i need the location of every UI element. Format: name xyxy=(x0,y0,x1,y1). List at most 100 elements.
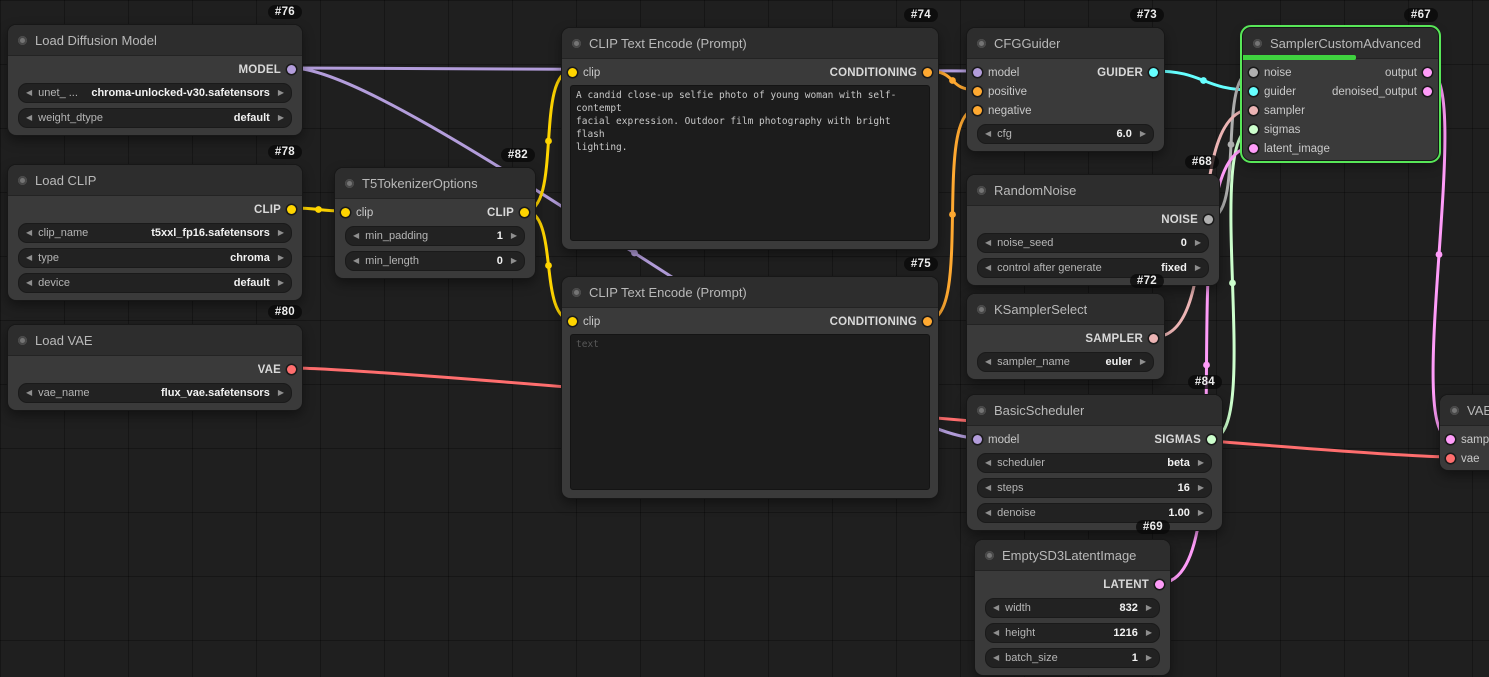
prompt-textarea[interactable]: A candid close-up selfie photo of young … xyxy=(570,85,930,241)
output-slot-clip[interactable] xyxy=(520,208,529,217)
combo-left-arrow-icon[interactable]: ◀ xyxy=(985,358,991,366)
widget-value[interactable]: t5xxl_fp16.safetensors xyxy=(151,227,272,239)
node-82-t5tokenizeroptions[interactable]: #82 T5TokenizerOptions clip CLIP ◀ min_paddin… xyxy=(335,148,535,278)
node-80-load-vae[interactable]: #80 Load VAE VAE ◀ vae_name flux_vae.safetens… xyxy=(8,305,302,410)
combo-right-arrow-icon[interactable]: ▶ xyxy=(1140,130,1146,138)
combo-right-arrow-icon[interactable]: ▶ xyxy=(1198,459,1204,467)
prompt-textarea[interactable]: text xyxy=(570,334,930,490)
collapse-dot[interactable] xyxy=(977,304,986,314)
widget-value[interactable]: default xyxy=(234,112,272,124)
output-slot-denoised-output[interactable] xyxy=(1423,87,1432,96)
widget-value[interactable]: 1 xyxy=(1132,652,1140,664)
widget-value[interactable]: fixed xyxy=(1161,262,1189,274)
output-slot-output[interactable] xyxy=(1423,68,1432,77)
node-74-clip-text-encode-prompt[interactable]: #74 CLIP Text Encode (Prompt) clip CONDITIO… xyxy=(562,8,938,249)
output-slot-sampler[interactable] xyxy=(1149,334,1158,343)
widget-device[interactable]: ◀ device default ▶ xyxy=(18,273,292,293)
widget-weight-dtype[interactable]: ◀ weight_dtype default ▶ xyxy=(18,108,292,128)
combo-right-arrow-icon[interactable]: ▶ xyxy=(511,257,517,265)
output-slot-sigmas[interactable] xyxy=(1207,435,1216,444)
node-title-bar[interactable]: RandomNoise xyxy=(967,175,1219,206)
widget-vae-name[interactable]: ◀ vae_name flux_vae.safetensors ▶ xyxy=(18,383,292,403)
input-slot-noise[interactable] xyxy=(1249,68,1258,77)
combo-right-arrow-icon[interactable]: ▶ xyxy=(278,389,284,397)
widget-value[interactable]: 16 xyxy=(1178,482,1192,494)
combo-right-arrow-icon[interactable]: ▶ xyxy=(278,279,284,287)
input-slot-model[interactable] xyxy=(973,435,982,444)
widget-value[interactable]: 0 xyxy=(1181,237,1189,249)
node-76-load-diffusion-model[interactable]: #76 Load Diffusion Model MODEL ◀ unet_ ... ch… xyxy=(8,5,302,135)
node-title-bar[interactable]: Load Diffusion Model xyxy=(8,25,302,56)
input-slot-sigmas[interactable] xyxy=(1249,125,1258,134)
collapse-dot[interactable] xyxy=(18,175,27,185)
combo-right-arrow-icon[interactable]: ▶ xyxy=(278,114,284,122)
combo-left-arrow-icon[interactable]: ◀ xyxy=(985,264,991,272)
collapse-dot[interactable] xyxy=(985,550,994,560)
node-title-bar[interactable]: CFGGuider xyxy=(967,28,1164,59)
combo-left-arrow-icon[interactable]: ◀ xyxy=(353,232,359,240)
node-67-samplercustomadvanced[interactable]: #67 SamplerCustomAdvanced noise output guide… xyxy=(1240,8,1441,163)
widget-value[interactable]: 1216 xyxy=(1113,627,1139,639)
collapse-dot[interactable] xyxy=(977,185,986,195)
combo-right-arrow-icon[interactable]: ▶ xyxy=(1140,358,1146,366)
collapse-dot[interactable] xyxy=(977,405,986,415)
collapse-dot[interactable] xyxy=(977,38,986,48)
combo-left-arrow-icon[interactable]: ◀ xyxy=(993,629,999,637)
combo-left-arrow-icon[interactable]: ◀ xyxy=(26,254,32,262)
combo-left-arrow-icon[interactable]: ◀ xyxy=(993,654,999,662)
graph-canvas[interactable]: #76 Load Diffusion Model MODEL ◀ unet_ ... ch… xyxy=(0,0,1489,677)
widget-type[interactable]: ◀ type chroma ▶ xyxy=(18,248,292,268)
output-slot-conditioning[interactable] xyxy=(923,317,932,326)
widget-value[interactable]: euler xyxy=(1106,356,1134,368)
output-slot-model[interactable] xyxy=(287,65,296,74)
collapse-dot[interactable] xyxy=(18,335,27,345)
output-slot-conditioning[interactable] xyxy=(923,68,932,77)
combo-right-arrow-icon[interactable]: ▶ xyxy=(511,232,517,240)
combo-right-arrow-icon[interactable]: ▶ xyxy=(278,229,284,237)
input-slot-sampler[interactable] xyxy=(1249,106,1258,115)
widget-value[interactable]: flux_vae.safetensors xyxy=(161,387,272,399)
combo-right-arrow-icon[interactable]: ▶ xyxy=(1195,239,1201,247)
widget-value[interactable]: 6.0 xyxy=(1117,128,1134,140)
widget-clip-name[interactable]: ◀ clip_name t5xxl_fp16.safetensors ▶ xyxy=(18,223,292,243)
combo-left-arrow-icon[interactable]: ◀ xyxy=(26,89,32,97)
combo-left-arrow-icon[interactable]: ◀ xyxy=(26,114,32,122)
input-slot-samples[interactable] xyxy=(1446,435,1455,444)
node-title-bar[interactable]: CLIP Text Encode (Prompt) xyxy=(562,28,938,59)
collapse-dot[interactable] xyxy=(1253,38,1262,48)
node-title-bar[interactable]: BasicScheduler xyxy=(967,395,1222,426)
node-title-bar[interactable]: EmptySD3LatentImage xyxy=(975,540,1170,571)
input-slot-negative[interactable] xyxy=(973,106,982,115)
input-slot-latent-image[interactable] xyxy=(1249,144,1258,153)
combo-left-arrow-icon[interactable]: ◀ xyxy=(985,484,991,492)
combo-right-arrow-icon[interactable]: ▶ xyxy=(1146,654,1152,662)
combo-right-arrow-icon[interactable]: ▶ xyxy=(1195,264,1201,272)
widget-value[interactable]: chroma xyxy=(230,252,272,264)
combo-left-arrow-icon[interactable]: ◀ xyxy=(985,509,991,517)
widget-unet[interactable]: ◀ unet_ ... chroma-unlocked-v30.safetensor… xyxy=(18,83,292,103)
node-vae-decode[interactable]: VAE Decode samples vae xyxy=(1440,395,1489,470)
output-slot-latent[interactable] xyxy=(1155,580,1164,589)
widget-value[interactable]: chroma-unlocked-v30.safetensors xyxy=(91,87,272,99)
combo-left-arrow-icon[interactable]: ◀ xyxy=(353,257,359,265)
collapse-dot[interactable] xyxy=(18,35,27,45)
combo-left-arrow-icon[interactable]: ◀ xyxy=(985,239,991,247)
widget-noise-seed[interactable]: ◀ noise_seed 0 ▶ xyxy=(977,233,1209,253)
node-75-clip-text-encode-prompt[interactable]: #75 CLIP Text Encode (Prompt) clip CONDITIO… xyxy=(562,257,938,498)
widget-batch-size[interactable]: ◀ batch_size 1 ▶ xyxy=(985,648,1160,668)
collapse-dot[interactable] xyxy=(1450,405,1459,415)
widget-control-after-generate[interactable]: ◀ control after generate fixed ▶ xyxy=(977,258,1209,278)
combo-right-arrow-icon[interactable]: ▶ xyxy=(278,89,284,97)
node-title-bar[interactable]: KSamplerSelect xyxy=(967,294,1164,325)
input-slot-clip[interactable] xyxy=(568,68,577,77)
combo-right-arrow-icon[interactable]: ▶ xyxy=(1146,604,1152,612)
collapse-dot[interactable] xyxy=(572,287,581,297)
collapse-dot[interactable] xyxy=(572,38,581,48)
combo-left-arrow-icon[interactable]: ◀ xyxy=(26,389,32,397)
widget-value[interactable]: 1.00 xyxy=(1168,507,1191,519)
node-73-cfgguider[interactable]: #73 CFGGuider model GUIDER positive negative ◀… xyxy=(967,8,1164,151)
node-title-bar[interactable]: Load CLIP xyxy=(8,165,302,196)
node-title-bar[interactable]: T5TokenizerOptions xyxy=(335,168,535,199)
widget-min-length[interactable]: ◀ min_length 0 ▶ xyxy=(345,251,525,271)
widget-cfg[interactable]: ◀ cfg 6.0 ▶ xyxy=(977,124,1154,144)
